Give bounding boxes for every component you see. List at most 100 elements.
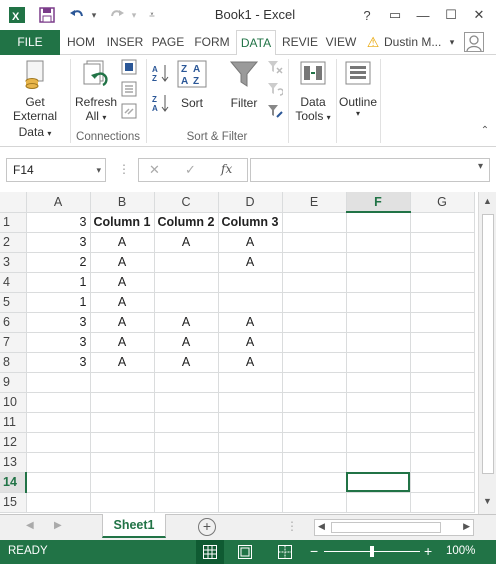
cell-b9[interactable] bbox=[90, 372, 155, 393]
cell-g1[interactable] bbox=[410, 212, 475, 233]
cell-c12[interactable] bbox=[154, 432, 219, 453]
cell-b3[interactable]: A bbox=[90, 252, 155, 273]
worksheet[interactable]: ABCDEFG 1 3 Column 1 Column 2 Column 323AAA3… bbox=[0, 192, 475, 513]
tab-review[interactable]: REVIE bbox=[280, 30, 320, 55]
cell-f6[interactable] bbox=[346, 312, 411, 333]
row-header[interactable]: 13 bbox=[0, 452, 27, 473]
enter-icon[interactable]: ✓ bbox=[185, 162, 196, 178]
cell-c5[interactable] bbox=[154, 292, 219, 313]
cell-a4[interactable]: 1 bbox=[26, 272, 91, 293]
row-header[interactable]: 1 bbox=[0, 212, 27, 233]
next-sheet-icon[interactable]: ▶ bbox=[54, 520, 62, 531]
cell-d9[interactable] bbox=[218, 372, 283, 393]
tab-page-layout[interactable]: PAGE bbox=[150, 30, 186, 55]
cell-a7[interactable]: 3 bbox=[26, 332, 91, 353]
cell-e8[interactable] bbox=[282, 352, 347, 373]
maximize-button[interactable]: ☐ bbox=[440, 5, 462, 25]
tab-file[interactable]: FILE bbox=[0, 30, 60, 55]
cell-f15[interactable] bbox=[346, 492, 411, 513]
row-header[interactable]: 7 bbox=[0, 332, 27, 353]
cell-g10[interactable] bbox=[410, 392, 475, 413]
column-header-g[interactable]: G bbox=[410, 192, 475, 213]
cell-f9[interactable] bbox=[346, 372, 411, 393]
edit-links-icon[interactable] bbox=[120, 103, 138, 121]
add-sheet-icon[interactable]: + bbox=[198, 518, 216, 536]
cell-a1[interactable]: 3 bbox=[26, 212, 91, 233]
cell-d14[interactable] bbox=[218, 472, 283, 493]
cell-c14[interactable] bbox=[154, 472, 219, 493]
zoom-in-icon[interactable]: + bbox=[424, 543, 432, 559]
collapse-ribbon-icon[interactable]: ⌃ bbox=[478, 125, 492, 139]
cell-c8[interactable]: A bbox=[154, 352, 219, 373]
prev-sheet-icon[interactable]: ◀ bbox=[26, 520, 34, 531]
cell-d11[interactable] bbox=[218, 412, 283, 433]
cell-f11[interactable] bbox=[346, 412, 411, 433]
minimize-button[interactable]: — bbox=[412, 5, 434, 25]
cell-c3[interactable] bbox=[154, 252, 219, 273]
row-header[interactable]: 15 bbox=[0, 492, 27, 513]
cell-e6[interactable] bbox=[282, 312, 347, 333]
cell-g3[interactable] bbox=[410, 252, 475, 273]
cell-e9[interactable] bbox=[282, 372, 347, 393]
cell-c2[interactable]: A bbox=[154, 232, 219, 253]
cell-g8[interactable] bbox=[410, 352, 475, 373]
tab-insert[interactable]: INSER bbox=[104, 30, 146, 55]
data-tools-button[interactable]: Data Tools ▾ bbox=[292, 59, 334, 129]
sort-descending-icon[interactable]: ZA bbox=[150, 93, 172, 115]
column-header-d[interactable]: D bbox=[218, 192, 283, 213]
row-header[interactable]: 9 bbox=[0, 372, 27, 393]
cell-f13[interactable] bbox=[346, 452, 411, 473]
cell-b13[interactable] bbox=[90, 452, 155, 473]
cell-b12[interactable] bbox=[90, 432, 155, 453]
page-break-view-icon[interactable] bbox=[278, 545, 292, 562]
page-layout-view-icon[interactable] bbox=[238, 545, 252, 562]
cell-g14[interactable] bbox=[410, 472, 475, 493]
cell-a11[interactable] bbox=[26, 412, 91, 433]
reapply-filter-icon[interactable] bbox=[266, 81, 284, 99]
cell-a3[interactable]: 2 bbox=[26, 252, 91, 273]
zoom-level[interactable]: 100% bbox=[446, 545, 475, 557]
cell-d12[interactable] bbox=[218, 432, 283, 453]
column-header-c[interactable]: C bbox=[154, 192, 219, 213]
row-header[interactable]: 10 bbox=[0, 392, 27, 413]
select-all-corner[interactable] bbox=[0, 192, 27, 213]
cell-g7[interactable] bbox=[410, 332, 475, 353]
cell-e3[interactable] bbox=[282, 252, 347, 273]
user-avatar[interactable] bbox=[462, 30, 486, 55]
scroll-left-icon[interactable]: ◀ bbox=[318, 521, 325, 532]
row-header[interactable]: 5 bbox=[0, 292, 27, 313]
cell-e13[interactable] bbox=[282, 452, 347, 473]
cell-g15[interactable] bbox=[410, 492, 475, 513]
cell-g11[interactable] bbox=[410, 412, 475, 433]
cell-c10[interactable] bbox=[154, 392, 219, 413]
cell-g12[interactable] bbox=[410, 432, 475, 453]
cell-c9[interactable] bbox=[154, 372, 219, 393]
cell-c13[interactable] bbox=[154, 452, 219, 473]
advanced-filter-icon[interactable] bbox=[266, 103, 284, 121]
column-header-b[interactable]: B bbox=[90, 192, 155, 213]
cell-e7[interactable] bbox=[282, 332, 347, 353]
cell-d4[interactable] bbox=[218, 272, 283, 293]
connections-icon[interactable] bbox=[120, 59, 138, 77]
cell-f1[interactable] bbox=[346, 212, 411, 233]
chevron-down-icon[interactable]: ▾ bbox=[478, 161, 483, 172]
cell-d2[interactable]: A bbox=[218, 232, 283, 253]
row-header[interactable]: 14 bbox=[0, 472, 27, 493]
worksheet-grid[interactable]: ABCDEFG 1 3 Column 1 Column 2 Column 323AAA3… bbox=[0, 192, 478, 514]
cell-a13[interactable] bbox=[26, 452, 91, 473]
cell-d10[interactable] bbox=[218, 392, 283, 413]
cell-d3[interactable]: A bbox=[218, 252, 283, 273]
cell-f5[interactable] bbox=[346, 292, 411, 313]
cell-a6[interactable]: 3 bbox=[26, 312, 91, 333]
cell-a8[interactable]: 3 bbox=[26, 352, 91, 373]
user-name[interactable]: Dustin M... bbox=[384, 30, 448, 55]
scroll-down-icon[interactable]: ▼ bbox=[483, 496, 492, 506]
cell-b2[interactable]: A bbox=[90, 232, 155, 253]
tab-data[interactable]: DATA bbox=[236, 30, 276, 56]
cell-a15[interactable] bbox=[26, 492, 91, 513]
tab-view[interactable]: VIEW bbox=[324, 30, 358, 55]
cell-d13[interactable] bbox=[218, 452, 283, 473]
cell-g2[interactable] bbox=[410, 232, 475, 253]
cell-e14[interactable] bbox=[282, 472, 347, 493]
cell-b14[interactable] bbox=[90, 472, 155, 493]
